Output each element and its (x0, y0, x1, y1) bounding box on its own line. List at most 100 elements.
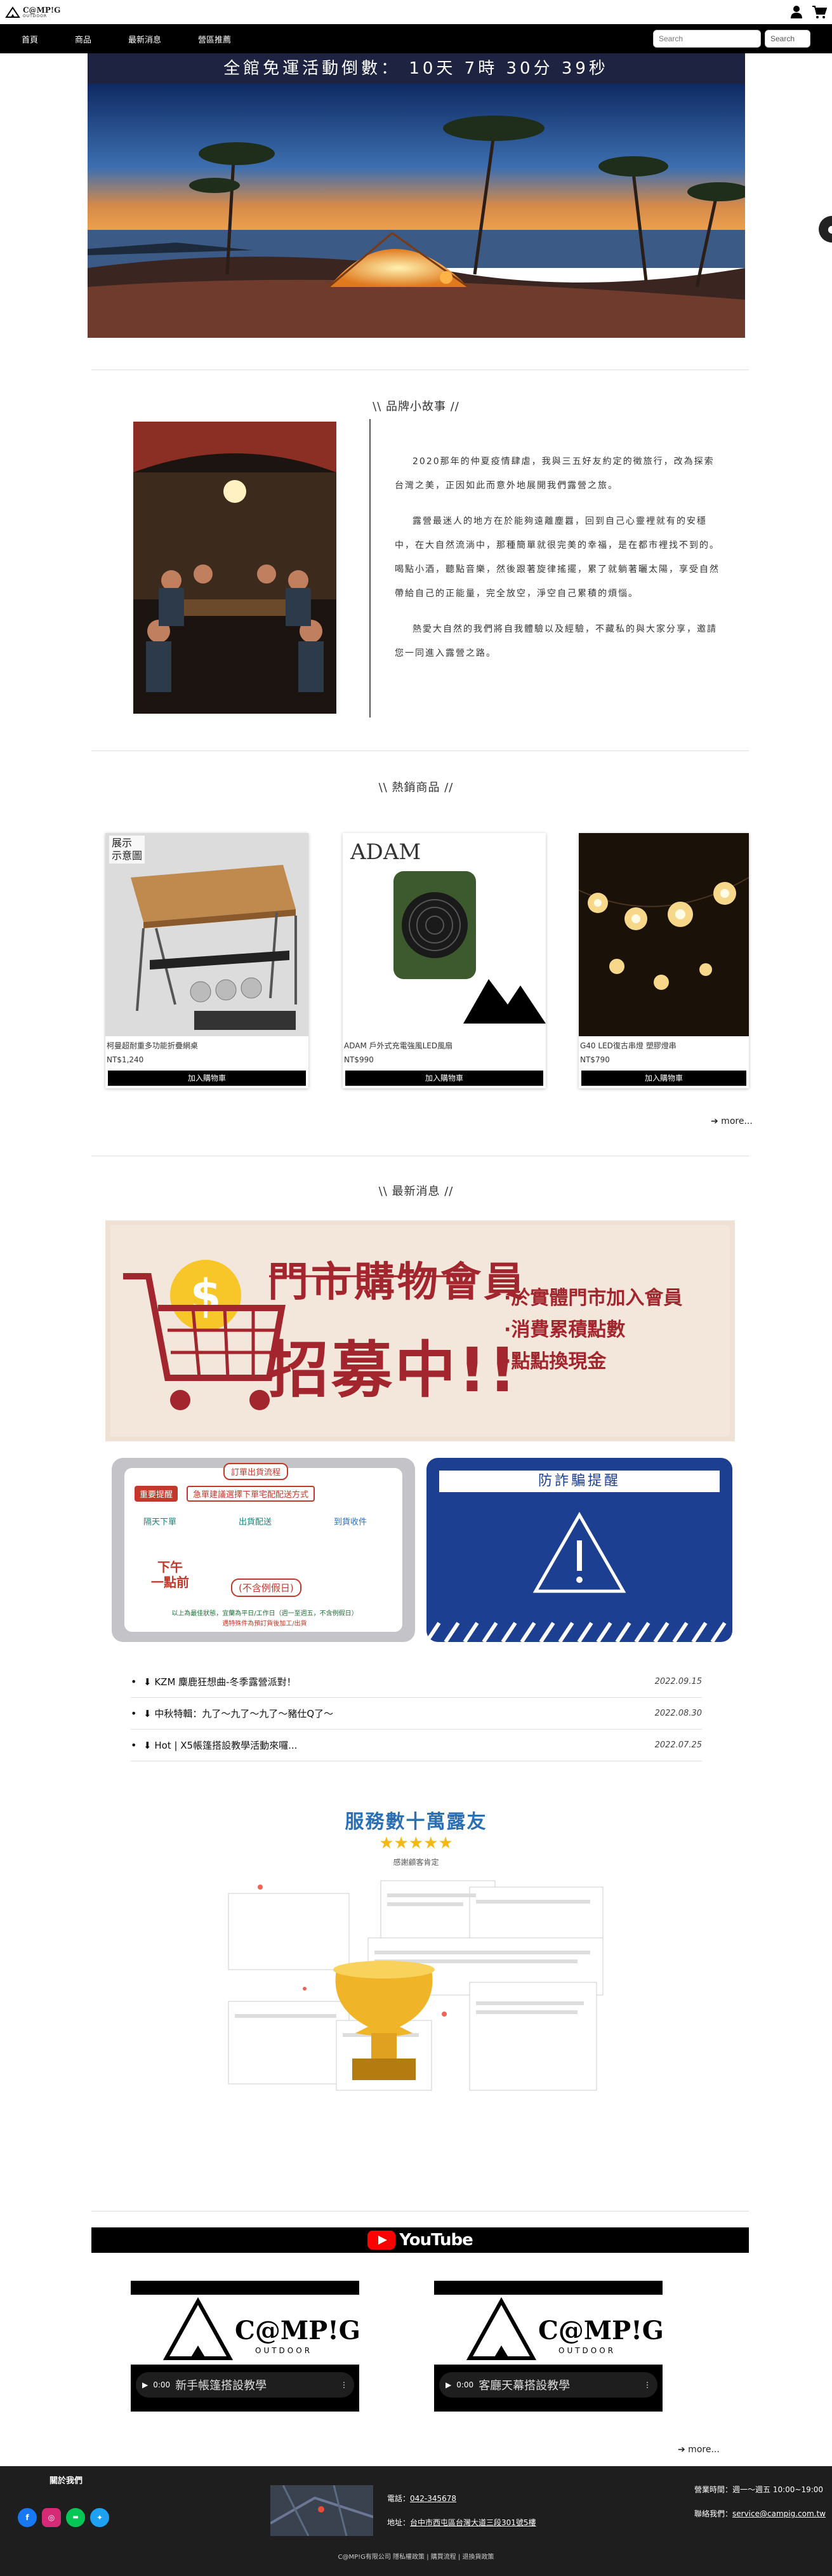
step-order: 隔天下單 (143, 1518, 177, 1527)
address-link[interactable]: 台中市西屯區台灣大道三段301號5樓 (410, 2518, 536, 2527)
twitter-icon[interactable]: ✦ (90, 2508, 109, 2527)
member-banner-points: ·於實體門市加入會員 ·消費累積點數 ·點點換現金 (504, 1283, 682, 1378)
add-to-cart-button[interactable]: 加入購物車 (345, 1071, 543, 1086)
product-price: NT$790 (580, 1055, 610, 1064)
copyright: C@MP!G有限公司 隱私權政策 | 購買流程 | 退換貨政策 (338, 2554, 494, 2561)
deadline-line: 一點前 (151, 1575, 189, 1590)
phone-label: 電話： (387, 2494, 411, 2503)
news-item[interactable]: • ⬇ 中秋特輯：九了～九了～九了～豬仕Q了～ 2022.08.30 (131, 1698, 702, 1730)
member-banner-title: 門市購物會員 (268, 1259, 527, 1306)
product-price: NT$990 (344, 1055, 374, 1064)
reviews-title: 服務數十萬露友 (345, 1811, 487, 1833)
video-caption: 新手帳篷搭設教學 (175, 2379, 267, 2392)
step-ship: 出貨配送 (239, 1518, 272, 1527)
nav-item-news[interactable]: 最新消息 (128, 33, 161, 45)
instagram-icon[interactable]: ◎ (42, 2508, 61, 2527)
video-player[interactable]: C@MP!G OUTDOOR ▶ 0:00 客廳天幕搭設教學 ⋮ (434, 2281, 663, 2412)
bullet: • (131, 1676, 137, 1688)
search-form: Search (653, 30, 810, 48)
story-title: \\ 品牌小故事 // (373, 400, 459, 413)
news-item-title[interactable]: ⬇ Hot | X5帳篷搭設教學活動來囉... (143, 1738, 297, 1752)
hours-label: 營業時間： (694, 2485, 733, 2494)
product-image[interactable] (579, 833, 749, 1036)
nav-item-home[interactable]: 首頁 (22, 33, 38, 45)
story-text: 2020那年的仲夏疫情肆虐，我與三五好友約定的徵旅行，改為探索台灣之美，正因如此… (395, 450, 720, 677)
youtube-play-icon (367, 2231, 396, 2250)
video-controls[interactable]: ▶ 0:00 新手帳篷搭設教學 ⋮ (136, 2372, 354, 2398)
svg-text:OUTDOOR: OUTDOOR (255, 2346, 312, 2355)
news-item[interactable]: • ⬇ Hot | X5帳篷搭設教學活動來囉... 2022.07.25 (131, 1730, 702, 1761)
map-thumbnail[interactable] (270, 2485, 373, 2536)
brand-logo: ADAM (350, 839, 421, 865)
shipping-process-banner[interactable]: 訂單出貨流程 重要提醒 急單建議選擇下單宅配配送方式 隔天下單 出貨配送 到貨收… (112, 1458, 415, 1642)
reminder-text: 急單建議選擇下單宅配配送方式 (187, 1486, 315, 1502)
product-card[interactable]: 展示 示意圖 柯曼超耐重多功能折疊網桌 NT$1,240 加入購物車 (105, 833, 308, 1088)
member-banner-subtitle: 招募中!! (268, 1335, 519, 1406)
svg-text:OUTDOOR: OUTDOOR (558, 2346, 616, 2355)
video-caption: 客廳天幕搭設教學 (479, 2379, 571, 2392)
brand-story-section: \\ 品牌小故事 // 2020那年的仲夏疫情肆虐，我與三五好友約定的徵旅行，改… (0, 338, 832, 751)
news-item-date: 2022.07.25 (654, 1740, 702, 1750)
videos-more-link[interactable]: ➔ more... (678, 2445, 720, 2455)
logo-text: C@MP!G (23, 5, 61, 15)
add-to-cart-button[interactable]: 加入購物車 (108, 1071, 306, 1086)
footer-heading: 關於我們 (50, 2476, 83, 2486)
email-link[interactable]: service@campig.com.tw (732, 2509, 826, 2518)
product-name[interactable]: G40 LED復古串燈 塑膠燈串 (579, 1036, 749, 1054)
address-label: 地址： (387, 2518, 411, 2527)
product-name[interactable]: 柯曼超耐重多功能折疊網桌 (105, 1036, 308, 1054)
reminder-label: 重要提醒 (135, 1486, 178, 1502)
footer: 關於我們 f ◎ ▬ ✦ 電話：042-345678 地址：台中市西屯區台灣大道… (0, 2466, 832, 2576)
deadline-text: 下午 一點前 (151, 1559, 189, 1590)
member-point: ·消費累積點數 (504, 1319, 626, 1341)
nav-item-campsites[interactable]: 營區推薦 (198, 33, 231, 45)
news-title: \\ 最新消息 // (378, 1185, 454, 1198)
product-name[interactable]: ADAM 戶外式充電強風LED風扇 (343, 1036, 546, 1054)
svg-text:C@MP!G: C@MP!G (538, 2316, 663, 2346)
phone-line: 電話：042-345678 (387, 2493, 456, 2504)
top-bar: C@MP!G OUTDOOR (0, 0, 832, 24)
member-recruit-banner[interactable]: $ 門市購物會員 招募中!! ·於實體門市加入會員 ·消費累積點數 ·點點換現金 (105, 1220, 735, 1441)
video-player[interactable]: C@MP!G OUTDOOR ▶ 0:00 新手帳篷搭設教學 ⋮ (131, 2281, 359, 2412)
news-item-title[interactable]: ⬇ KZM 麋鹿狂想曲-冬季露營派對！ (143, 1675, 296, 1688)
svg-text:C@MP!G: C@MP!G (235, 2316, 359, 2346)
news-list: • ⬇ KZM 麋鹿狂想曲-冬季露營派對！ 2022.09.15 • ⬇ 中秋特輯：九… (131, 1666, 702, 1761)
add-to-cart-button[interactable]: 加入購物車 (581, 1071, 746, 1086)
product-card[interactable]: G40 LED復古串燈 塑膠燈串 NT$790 加入購物車 (579, 833, 749, 1088)
products-more-link[interactable]: ➔ more... (711, 1116, 753, 1126)
youtube-bar[interactable]: YouTube (91, 2227, 749, 2253)
search-input[interactable] (653, 30, 761, 48)
search-button[interactable]: Search (765, 30, 810, 48)
phone-link[interactable]: 042-345678 (410, 2494, 456, 2503)
story-image (133, 422, 336, 714)
play-icon[interactable]: ▶ (142, 2380, 148, 2389)
story-paragraph: 熱愛大自然的我們將自我體驗以及經驗，不藏私的與大家分享，邀請您一同進入露營之路。 (395, 624, 717, 658)
logo[interactable]: C@MP!G OUTDOOR (5, 6, 60, 18)
facebook-icon[interactable]: f (18, 2508, 37, 2527)
countdown-banner: 全館免運活動倒數： 10天 7時 30分 39秒 (87, 53, 745, 84)
holiday-note: (不含例假日) (231, 1578, 301, 1597)
user-icon[interactable] (790, 5, 803, 19)
video-controls[interactable]: ▶ 0:00 客廳天幕搭設教學 ⋮ (439, 2372, 657, 2398)
product-price: NT$1,240 (107, 1055, 144, 1064)
play-icon[interactable]: ▶ (446, 2380, 451, 2389)
more-options-icon[interactable]: ⋮ (340, 2380, 348, 2389)
news-item-title[interactable]: ⬇ 中秋特輯：九了～九了～九了～豬仕Q了～ (143, 1707, 333, 1720)
video-time: 0:00 (153, 2380, 171, 2389)
video-thumbnail[interactable]: C@MP!G OUTDOOR (434, 2295, 663, 2365)
shipping-footnote: 以上為最佳狀態，宜蘭為平日/工作日（週一至週五，不含例假日） (171, 1610, 358, 1617)
more-options-icon[interactable]: ⋮ (644, 2380, 651, 2389)
hours-line: 營業時間：週一～週五 10:00~19:00 (694, 2484, 823, 2495)
anti-fraud-banner[interactable]: 防詐騙提醒 (426, 1458, 732, 1642)
warning-icon (426, 1511, 727, 1642)
video-thumbnail[interactable]: C@MP!G OUTDOOR (131, 2295, 359, 2365)
cart-icon[interactable] (812, 5, 827, 19)
product-image[interactable]: 展示 示意圖 (105, 833, 308, 1036)
hours-value: 週一～週五 10:00~19:00 (732, 2485, 824, 2494)
news-item[interactable]: • ⬇ KZM 麋鹿狂想曲-冬季露營派對！ 2022.09.15 (131, 1666, 702, 1698)
product-image[interactable]: ADAM (343, 833, 546, 1036)
nav-item-products[interactable]: 商品 (75, 33, 91, 45)
floating-badge[interactable]: ◐ (819, 216, 832, 243)
product-card[interactable]: ADAM ADAM 戶外式充電強風LED風扇 NT$990 加入購物車 (343, 833, 546, 1088)
line-icon[interactable]: ▬ (66, 2508, 85, 2527)
